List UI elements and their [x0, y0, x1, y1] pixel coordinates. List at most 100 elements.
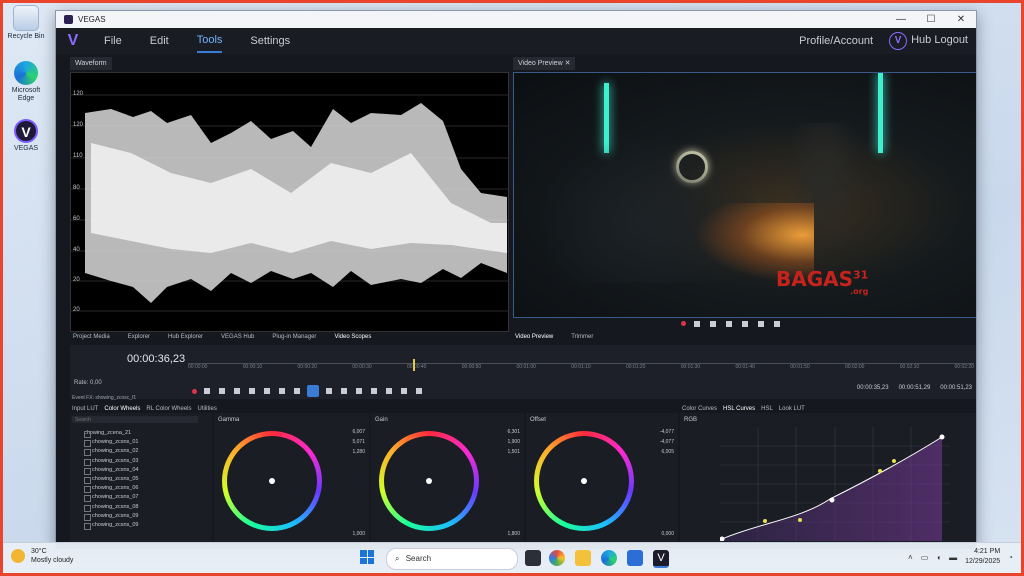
network-icon[interactable]: ▭: [921, 553, 929, 562]
tab-trimmer[interactable]: Trimmer: [571, 332, 593, 343]
tab-plugin-manager[interactable]: Plug-in Manager: [272, 332, 316, 343]
close-tab-icon[interactable]: ✕: [565, 60, 571, 67]
maximize-button[interactable]: ☐: [916, 11, 946, 28]
notification-bell-icon[interactable]: ◔: [1008, 553, 1013, 562]
profile-account-link[interactable]: Profile/Account: [799, 35, 873, 47]
vegas-taskbar-icon[interactable]: V: [653, 550, 669, 568]
tab-explorer[interactable]: Explorer: [128, 332, 150, 343]
delete-button[interactable]: [371, 388, 377, 394]
r-value[interactable]: 6,007: [352, 427, 365, 437]
vegas-menu-logo[interactable]: V: [56, 32, 90, 50]
clip-search-input[interactable]: [72, 416, 198, 423]
list-item[interactable]: chowing_zcsns_09: [70, 521, 215, 531]
hub-logout-button[interactable]: V Hub Logout: [889, 32, 968, 50]
list-item[interactable]: chowing_zcsns_04: [70, 466, 215, 475]
r-value[interactable]: -4,077: [660, 427, 674, 437]
desktop-icon-vegas[interactable]: V VEGAS: [7, 119, 45, 153]
tab-hub-explorer[interactable]: Hub Explorer: [168, 332, 203, 343]
minimize-button[interactable]: —: [886, 11, 916, 28]
clock[interactable]: 4:21 PM 12/29/2025: [965, 547, 1000, 567]
play-button[interactable]: [710, 321, 716, 327]
curve-point[interactable]: [878, 469, 882, 473]
timeline-ruler[interactable]: 00:00:00 00:00:10 00:00:20 00:00:30 00:0…: [188, 363, 974, 370]
curve-point[interactable]: [720, 536, 725, 542]
playhead[interactable]: [413, 359, 415, 371]
wheel-handle[interactable]: [581, 478, 587, 484]
list-item[interactable]: chowing_zcsns_08: [70, 503, 215, 512]
battery-icon[interactable]: ▬: [949, 553, 957, 562]
menu-edit[interactable]: Edit: [150, 30, 169, 52]
curve-point[interactable]: [939, 434, 945, 440]
list-item[interactable]: chowing_zcsns_02: [70, 447, 215, 457]
g-value[interactable]: 5,071: [352, 437, 365, 447]
taskbar-search[interactable]: ⌕ Search: [386, 548, 518, 570]
gain-color-wheel[interactable]: [379, 431, 479, 531]
tab-video-scopes[interactable]: Video Scopes: [334, 332, 371, 343]
wheel-handle[interactable]: [269, 478, 275, 484]
start-button[interactable]: [360, 550, 374, 564]
edge-taskbar-icon[interactable]: [601, 550, 617, 566]
list-item[interactable]: chowing_zcsns_01: [70, 438, 215, 448]
prev-frame-button[interactable]: [758, 321, 764, 327]
tab-vegas-hub[interactable]: VEGAS Hub: [221, 332, 254, 343]
loop-button[interactable]: [694, 321, 700, 327]
go-to-start-button[interactable]: [279, 388, 285, 394]
desktop-icon-edge[interactable]: Microsoft Edge: [7, 61, 45, 103]
y-value[interactable]: 0,000: [661, 531, 674, 537]
chevron-up-icon[interactable]: ˄: [908, 553, 913, 562]
folder-item[interactable]: chowing_zcena_21: [70, 429, 215, 439]
menu-tools[interactable]: Tools: [196, 29, 223, 53]
file-explorer-icon[interactable]: [575, 550, 591, 566]
stop-button[interactable]: [742, 321, 748, 327]
store-icon[interactable]: [627, 550, 643, 566]
list-item[interactable]: chowing_zcsns_07: [70, 493, 215, 503]
list-item[interactable]: chowing_zcsns_06: [70, 484, 215, 494]
tab-video-preview[interactable]: Video Preview ✕: [513, 57, 576, 70]
r-value[interactable]: 6,301: [507, 427, 520, 437]
split-button[interactable]: [356, 388, 362, 394]
window-titlebar[interactable]: VEGAS — ☐ ✕: [56, 11, 976, 28]
tab-video-preview-dock[interactable]: Video Preview: [515, 332, 553, 343]
list-item[interactable]: chowing_zcsns_03: [70, 457, 215, 466]
b-value[interactable]: 6,005: [660, 447, 674, 457]
marker-button[interactable]: [416, 388, 422, 394]
task-view-icon[interactable]: [525, 550, 541, 566]
go-to-end-button[interactable]: [294, 388, 300, 394]
menu-settings[interactable]: Settings: [250, 30, 290, 52]
y-value[interactable]: 1,800: [507, 531, 520, 537]
g-value[interactable]: -4,077: [660, 437, 674, 447]
record-button[interactable]: [681, 321, 686, 326]
g-value[interactable]: 1,900: [507, 437, 520, 447]
envelope-tool-button[interactable]: [326, 388, 332, 394]
tab-waveform[interactable]: Waveform: [70, 57, 112, 70]
play-from-start-button[interactable]: [219, 388, 225, 394]
rgb-curve-editor[interactable]: [720, 427, 950, 541]
wheel-handle[interactable]: [426, 478, 432, 484]
y-value[interactable]: 1,000: [352, 531, 365, 537]
gamma-color-wheel[interactable]: [222, 431, 322, 531]
b-value[interactable]: 1,501: [507, 447, 520, 457]
list-item[interactable]: chowing_zcsns_05: [70, 475, 215, 485]
stop-button[interactable]: [264, 388, 270, 394]
volume-icon[interactable]: ◖: [936, 553, 941, 562]
desktop-icon-recycle-bin[interactable]: Recycle Bin: [7, 5, 45, 41]
b-value[interactable]: 1,280: [352, 447, 365, 457]
close-button[interactable]: ✕: [946, 11, 976, 28]
copilot-icon[interactable]: [549, 550, 565, 566]
record-button[interactable]: [192, 388, 197, 394]
menu-file[interactable]: File: [104, 30, 122, 52]
tab-project-media[interactable]: Project Media: [73, 332, 110, 343]
selection-tool-button[interactable]: [341, 388, 347, 394]
list-item[interactable]: chowing_zcsns_09: [70, 512, 215, 521]
snap-button[interactable]: [401, 388, 407, 394]
loop-playback-button[interactable]: [204, 388, 210, 394]
next-frame-button[interactable]: [774, 321, 780, 327]
pause-button[interactable]: [249, 388, 255, 394]
play-button[interactable]: [234, 388, 240, 394]
curve-point[interactable]: [763, 519, 767, 523]
curve-point[interactable]: [892, 459, 896, 463]
offset-color-wheel[interactable]: [534, 431, 634, 531]
pause-button[interactable]: [726, 321, 732, 327]
curve-point[interactable]: [829, 497, 835, 503]
curve-point[interactable]: [798, 518, 802, 522]
